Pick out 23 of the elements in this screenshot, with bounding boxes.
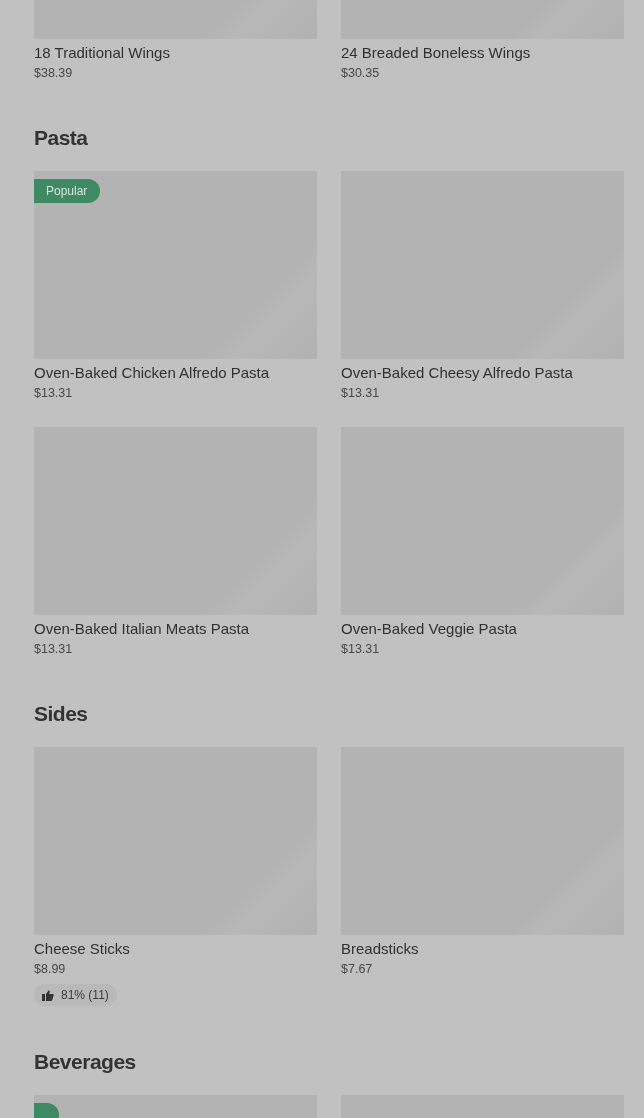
item-name[interactable]: Oven-Baked Cheesy Alfredo Pasta [341,362,624,384]
section-heading: Sides [34,701,89,727]
item-price: $30.35 [341,65,381,82]
rating-text: 81% (11) [61,988,109,1002]
item-name[interactable]: Breadsticks [341,938,624,960]
item-name[interactable]: Oven-Baked Veggie Pasta [341,618,624,640]
item-price: $13.31 [34,385,74,402]
item-name[interactable]: Oven-Baked Chicken Alfredo Pasta [34,362,317,384]
item-price: $8.99 [34,961,67,978]
item-name[interactable]: Oven-Baked Italian Meats Pasta [34,618,317,640]
thumbs-up-icon [42,989,54,1001]
item-price: $13.31 [34,641,74,658]
image-placeholder[interactable] [34,171,317,359]
item-price: $38.39 [34,65,74,82]
item-name[interactable]: 24 Breaded Boneless Wings [341,42,624,64]
popular-badge: Popular [34,179,101,203]
item-price: $7.67 [341,961,374,978]
item-name[interactable]: Cheese Sticks [34,938,317,960]
section-heading: Pasta [34,125,89,151]
item-price: $13.31 [341,641,381,658]
section-heading: Beverages [34,1049,137,1075]
item-price: $13.31 [341,385,381,402]
item-name[interactable]: 18 Traditional Wings [34,42,317,64]
